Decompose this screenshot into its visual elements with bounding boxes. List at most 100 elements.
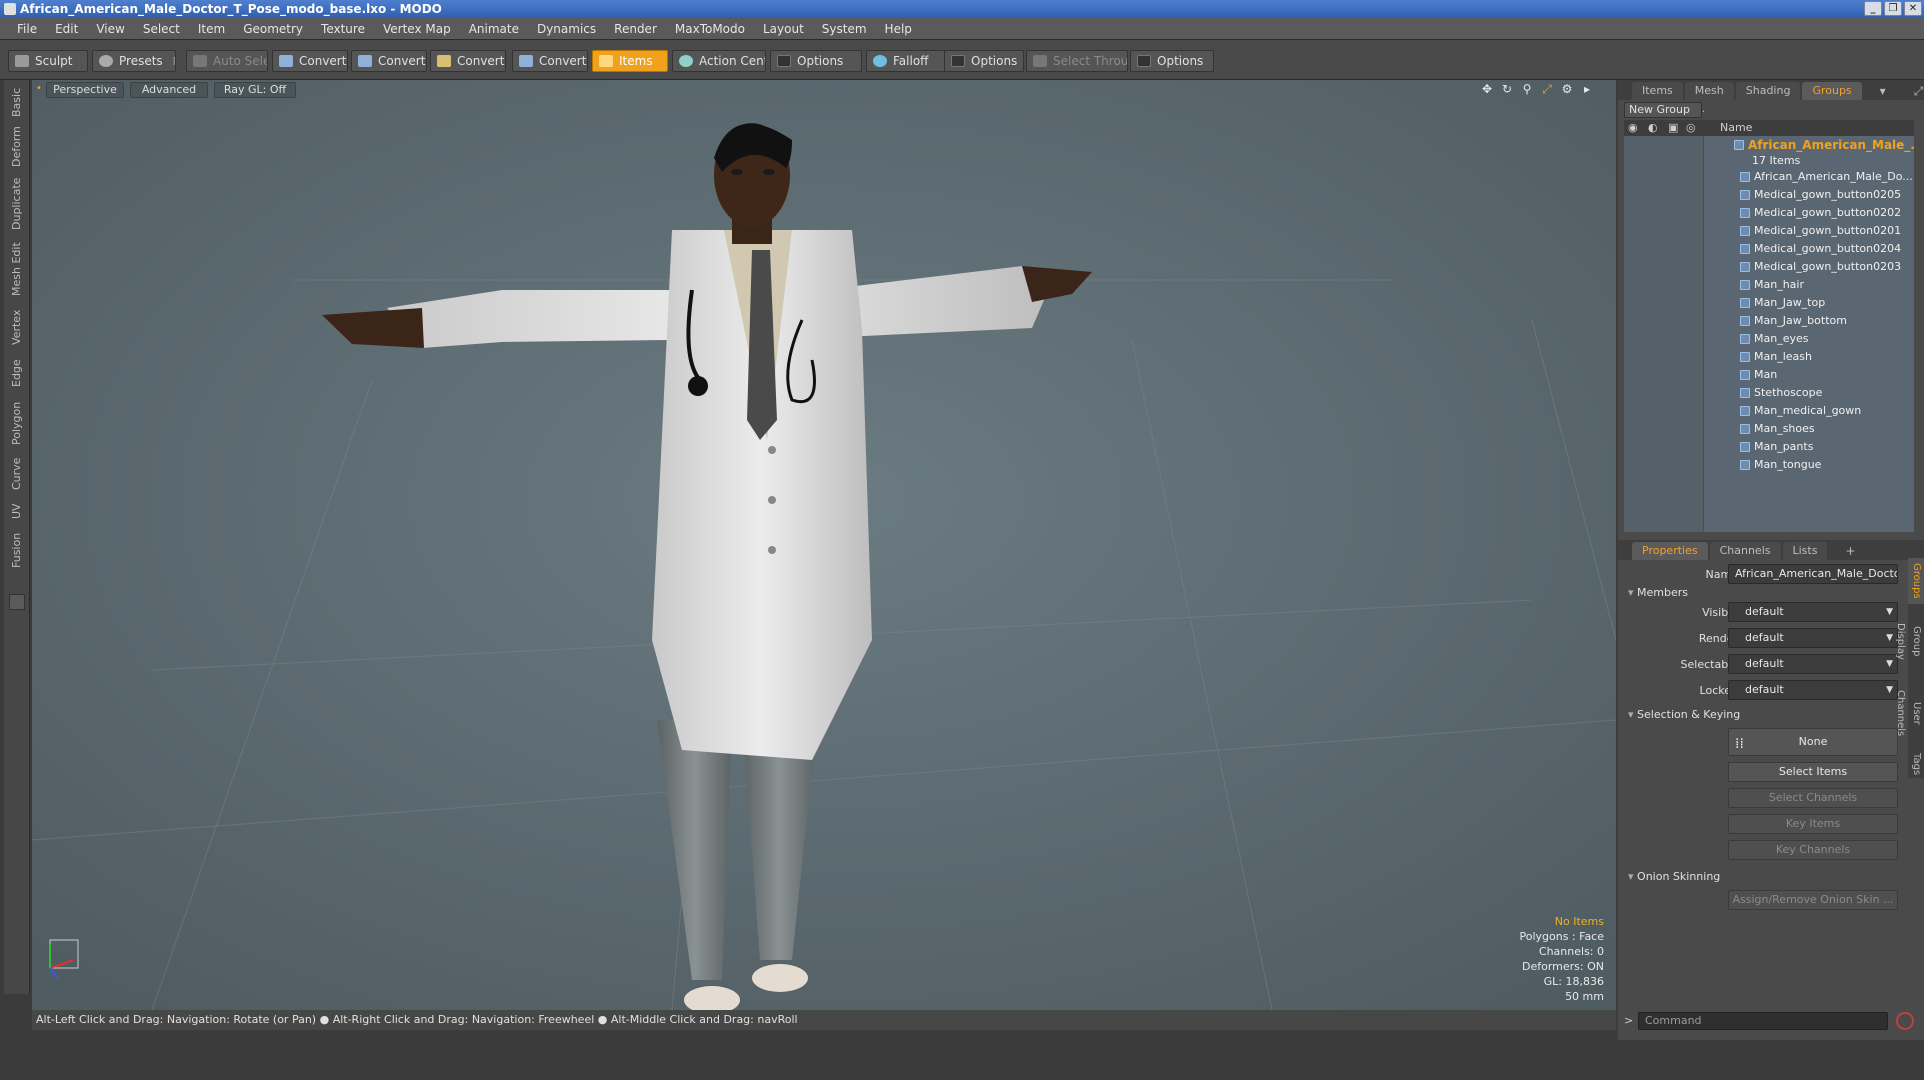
menu-texture[interactable]: Texture	[312, 22, 374, 36]
side-tab-tags[interactable]: Tags	[1908, 750, 1924, 778]
members-section[interactable]: Members	[1628, 586, 1688, 599]
tab-duplicate[interactable]: Duplicate	[4, 174, 30, 234]
name-column[interactable]: Name	[1720, 120, 1752, 136]
options-button-1[interactable]: Options	[770, 50, 862, 72]
tab-vertex[interactable]: Vertex	[4, 304, 30, 350]
tab-curve[interactable]: Curve	[4, 454, 30, 494]
expand-icon[interactable]	[9, 594, 25, 610]
tab-mesh[interactable]: Mesh ...	[1684, 82, 1734, 115]
menu-edit[interactable]: Edit	[46, 22, 87, 36]
convert-button-1[interactable]: Convert	[272, 50, 348, 72]
side-tab-group-display[interactable]: Group Display	[1895, 608, 1924, 674]
dropdown-icon[interactable]: ▾	[1870, 82, 1896, 100]
tab-basic[interactable]: Basic	[4, 84, 30, 120]
list-item[interactable]: Man_pants	[1624, 438, 1914, 456]
viewport-expand-icon[interactable]: ▸	[1580, 82, 1594, 96]
select-through-button[interactable]: Select Through	[1026, 50, 1128, 72]
minimize-button[interactable]: _	[1864, 1, 1882, 16]
list-item[interactable]: Man_hair	[1624, 276, 1914, 294]
list-item[interactable]: Man_Jaw_bottom	[1624, 312, 1914, 330]
tab-fusion[interactable]: Fusion	[4, 528, 30, 572]
perspective-button[interactable]: Perspective	[46, 82, 124, 98]
list-item[interactable]: African_American_Male_Do...	[1624, 168, 1914, 186]
menu-layout[interactable]: Layout	[754, 22, 813, 36]
list-item[interactable]: Medical_gown_button0203	[1624, 258, 1914, 276]
onion-skinning-section[interactable]: Onion Skinning	[1628, 870, 1720, 883]
menu-dynamics[interactable]: Dynamics	[528, 22, 605, 36]
command-input[interactable]: Command	[1638, 1012, 1888, 1030]
3d-viewport[interactable]: • Perspective Advanced Ray GL: Off ✥ ↻ ⚲…	[32, 80, 1616, 1080]
eye-icon[interactable]: ◉	[1628, 120, 1638, 136]
tab-lists[interactable]: Lists	[1782, 542, 1828, 560]
list-item[interactable]: Medical_gown_button0205	[1624, 186, 1914, 204]
new-group-button[interactable]: New Group	[1624, 102, 1702, 118]
add-tab-icon[interactable]: +	[1835, 542, 1865, 560]
group-row[interactable]: African_American_Male_... 17 Items	[1624, 136, 1914, 168]
convert-button-3[interactable]: Convert	[430, 50, 506, 72]
lock-icon[interactable]: ▣	[1668, 120, 1678, 136]
advanced-button[interactable]: Advanced	[130, 82, 208, 98]
pan-icon[interactable]: ✥	[1480, 82, 1494, 96]
falloff-button[interactable]: Falloff	[866, 50, 950, 72]
record-icon[interactable]	[1896, 1012, 1914, 1030]
close-button[interactable]: ✕	[1904, 1, 1922, 16]
rotate-icon[interactable]: ↻	[1500, 82, 1514, 96]
tab-properties[interactable]: Properties	[1632, 542, 1708, 560]
select-channels-button[interactable]: Select Channels	[1728, 788, 1898, 808]
options-button-3[interactable]: Options	[1130, 50, 1214, 72]
auto-select-button[interactable]: Auto Select	[186, 50, 268, 72]
side-tab-user-channels[interactable]: User Channels	[1895, 678, 1924, 748]
select-items-button[interactable]: Select Items	[1728, 762, 1898, 782]
tab-mesh-edit[interactable]: Mesh Edit	[4, 238, 30, 300]
menu-item[interactable]: Item	[189, 22, 234, 36]
presets-button[interactable]: PresetsF6	[92, 50, 176, 72]
group-list[interactable]: African_American_Male_... 17 Items Afric…	[1624, 136, 1914, 532]
name-field[interactable]: African_American_Male_Doctor_	[1728, 564, 1898, 584]
tab-edge[interactable]: Edge	[4, 354, 30, 392]
render-icon[interactable]: ◐	[1648, 120, 1658, 136]
maximize-icon[interactable]: ⤢	[1904, 82, 1924, 100]
tab-groups[interactable]: Groups	[1802, 82, 1862, 100]
assign-onion-skin-button[interactable]: Assign/Remove Onion Skin ...	[1728, 890, 1898, 910]
locked-select[interactable]: default ▼	[1728, 680, 1898, 700]
key-channels-button[interactable]: Key Channels	[1728, 840, 1898, 860]
menu-file[interactable]: File	[8, 22, 46, 36]
select-icon[interactable]: ◎	[1686, 120, 1696, 136]
list-item[interactable]: Man_leash	[1624, 348, 1914, 366]
viewport-menu-icon[interactable]: •	[36, 83, 42, 94]
gear-icon[interactable]: ⚙	[1560, 82, 1574, 96]
key-items-button[interactable]: Key Items	[1728, 814, 1898, 834]
none-button[interactable]: ⁞⁞ None	[1728, 728, 1898, 756]
menu-help[interactable]: Help	[876, 22, 921, 36]
tab-uv[interactable]: UV	[4, 498, 30, 524]
tab-deform[interactable]: Deform	[4, 124, 30, 170]
list-item[interactable]: Stethoscope	[1624, 384, 1914, 402]
list-item[interactable]: Man_eyes	[1624, 330, 1914, 348]
items-mode-button[interactable]: Items	[592, 50, 668, 72]
tab-polygon[interactable]: Polygon	[4, 396, 30, 450]
menu-select[interactable]: Select	[134, 22, 189, 36]
list-item[interactable]: Man	[1624, 366, 1914, 384]
menu-vertex-map[interactable]: Vertex Map	[374, 22, 460, 36]
selectable-select[interactable]: default ▼	[1728, 654, 1898, 674]
list-item[interactable]: Man_medical_gown	[1624, 402, 1914, 420]
options-button-2[interactable]: Options	[944, 50, 1024, 72]
list-item[interactable]: Man_tongue	[1624, 456, 1914, 474]
list-item[interactable]: Medical_gown_button0204	[1624, 240, 1914, 258]
menu-animate[interactable]: Animate	[460, 22, 528, 36]
raygl-button[interactable]: Ray GL: Off	[214, 82, 296, 98]
menu-view[interactable]: View	[87, 22, 133, 36]
zoom-icon[interactable]: ⚲	[1520, 82, 1534, 96]
selection-keying-section[interactable]: Selection & Keying	[1628, 708, 1740, 721]
render-select[interactable]: default ▼	[1728, 628, 1898, 648]
list-item[interactable]: Medical_gown_button0202	[1624, 204, 1914, 222]
restore-button[interactable]: ❐	[1884, 1, 1902, 16]
menu-system[interactable]: System	[813, 22, 876, 36]
convert-button-2[interactable]: Convert	[351, 50, 427, 72]
list-item[interactable]: Man_Jaw_top	[1624, 294, 1914, 312]
list-item[interactable]: Man_shoes	[1624, 420, 1914, 438]
fit-icon[interactable]: ⤢	[1540, 82, 1554, 96]
menu-maxtomodo[interactable]: MaxToModo	[666, 22, 754, 36]
list-item[interactable]: Medical_gown_button0201	[1624, 222, 1914, 240]
tab-items[interactable]: Items	[1632, 82, 1683, 100]
